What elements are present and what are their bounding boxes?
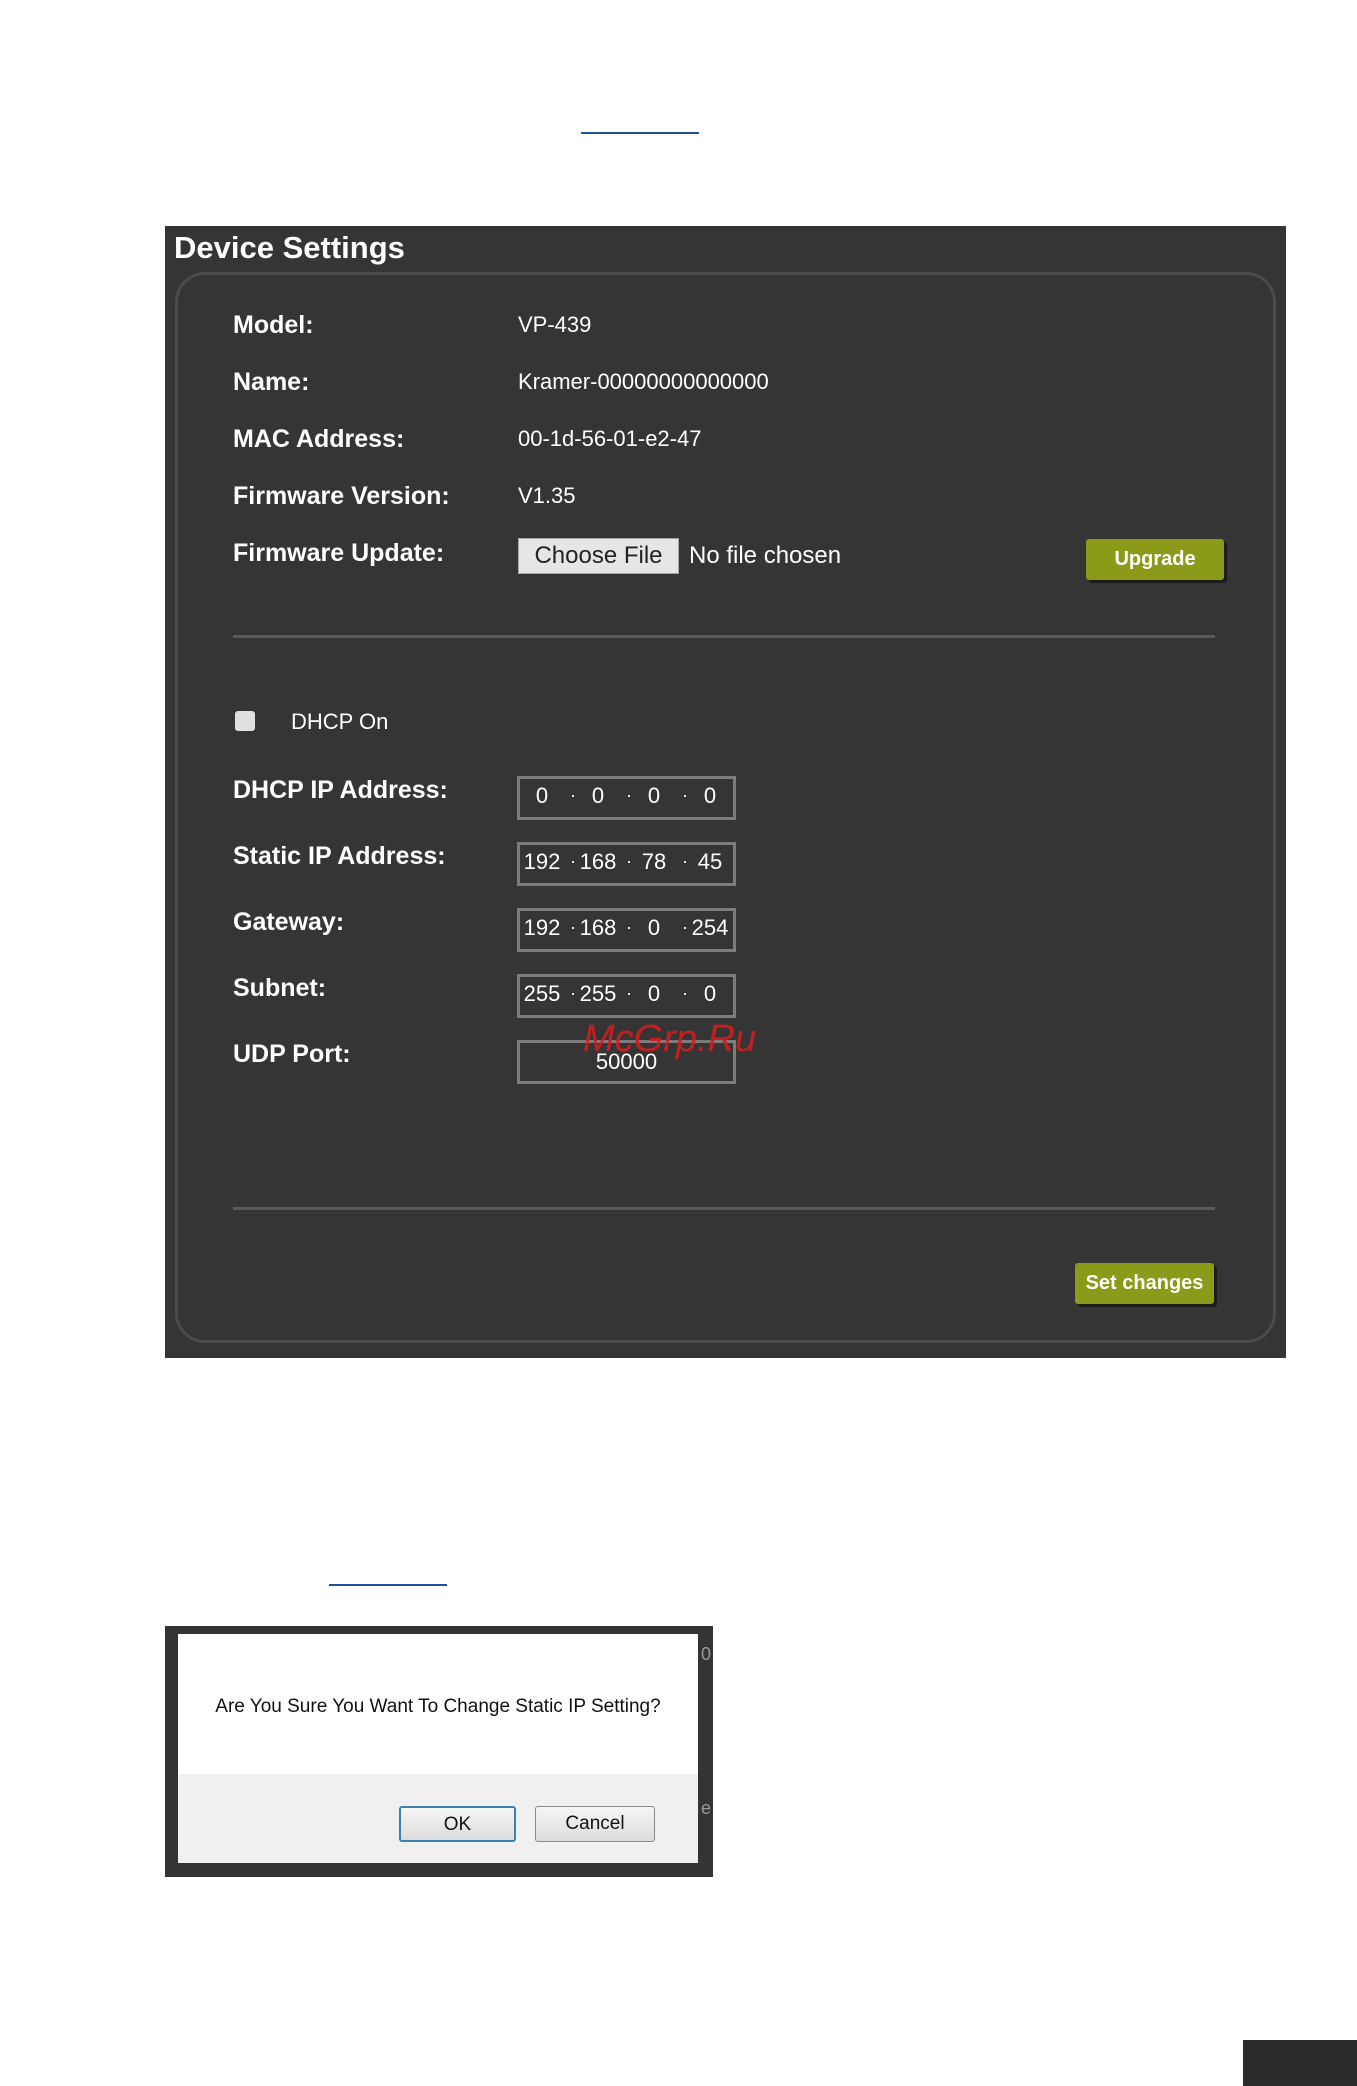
cancel-button[interactable]: Cancel bbox=[535, 1806, 655, 1842]
dhcp-ip-label: DHCP IP Address: bbox=[233, 776, 448, 804]
dhcp-ip-octet-2[interactable]: 0 bbox=[577, 783, 619, 809]
subnet-octet-1[interactable]: 255 bbox=[521, 981, 563, 1007]
dot-separator: · bbox=[682, 917, 688, 937]
mac-address-value: 00-1d-56-01-e2-47 bbox=[518, 426, 702, 451]
confirm-dialog-frame: Are You Sure You Want To Change Static I… bbox=[165, 1626, 713, 1877]
confirm-dialog: Are You Sure You Want To Change Static I… bbox=[178, 1634, 698, 1863]
dot-separator: · bbox=[570, 785, 576, 805]
dot-separator: · bbox=[626, 917, 632, 937]
background-char: e bbox=[701, 1798, 712, 1818]
gateway-octet-1[interactable]: 192 bbox=[521, 915, 563, 941]
static-ip-octet-3[interactable]: 78 bbox=[633, 849, 675, 875]
divider-top bbox=[233, 635, 1215, 638]
link-underline-top[interactable] bbox=[581, 132, 699, 134]
firmware-version-value: V1.35 bbox=[518, 483, 576, 508]
link-underline-bottom[interactable] bbox=[329, 1584, 447, 1586]
upgrade-button[interactable]: Upgrade bbox=[1086, 539, 1224, 580]
watermark: McGrp.Ru bbox=[583, 1018, 757, 1060]
choose-file-button[interactable]: Choose File bbox=[518, 538, 679, 574]
model-label: Model: bbox=[233, 311, 314, 339]
subnet-octet-2[interactable]: 255 bbox=[577, 981, 619, 1007]
ok-button[interactable]: OK bbox=[399, 1806, 516, 1842]
dhcp-ip-field[interactable]: 0 · 0 · 0 · 0 bbox=[517, 776, 736, 820]
dhcp-ip-octet-4[interactable]: 0 bbox=[689, 783, 731, 809]
dhcp-on-label: DHCP On bbox=[291, 709, 389, 734]
dhcp-on-checkbox[interactable] bbox=[235, 711, 255, 731]
name-label: Name: bbox=[233, 368, 310, 396]
gateway-octet-3[interactable]: 0 bbox=[633, 915, 675, 941]
gateway-label: Gateway: bbox=[233, 908, 345, 936]
dot-separator: · bbox=[626, 983, 632, 1003]
firmware-version-label: Firmware Version: bbox=[233, 482, 450, 510]
dhcp-ip-octet-1[interactable]: 0 bbox=[521, 783, 563, 809]
dialog-message-area: Are You Sure You Want To Change Static I… bbox=[178, 1634, 698, 1774]
no-file-chosen-text: No file chosen bbox=[689, 542, 842, 569]
page-corner-block bbox=[1243, 2040, 1357, 2086]
gateway-field[interactable]: 192 · 168 · 0 · 254 bbox=[517, 908, 736, 952]
static-ip-label: Static IP Address: bbox=[233, 842, 446, 870]
dot-separator: · bbox=[626, 785, 632, 805]
gateway-octet-4[interactable]: 254 bbox=[689, 915, 731, 941]
model-value: VP-439 bbox=[518, 312, 592, 337]
static-ip-field[interactable]: 192 · 168 · 78 · 45 bbox=[517, 842, 736, 886]
subnet-octet-4[interactable]: 0 bbox=[689, 981, 731, 1007]
name-value: Kramer-00000000000000 bbox=[518, 369, 769, 394]
dot-separator: · bbox=[570, 917, 576, 937]
dot-separator: · bbox=[570, 983, 576, 1003]
static-ip-octet-2[interactable]: 168 bbox=[577, 849, 619, 875]
dot-separator: · bbox=[570, 851, 576, 871]
dot-separator: · bbox=[626, 851, 632, 871]
divider-bottom bbox=[233, 1207, 1215, 1210]
set-changes-button[interactable]: Set changes bbox=[1075, 1263, 1214, 1304]
device-settings-panel: Device Settings Model: VP-439 Name: Kram… bbox=[165, 226, 1286, 1358]
subnet-field[interactable]: 255 · 255 · 0 · 0 bbox=[517, 974, 736, 1018]
gateway-octet-2[interactable]: 168 bbox=[577, 915, 619, 941]
static-ip-octet-4[interactable]: 45 bbox=[689, 849, 731, 875]
firmware-update-label: Firmware Update: bbox=[233, 539, 445, 567]
dhcp-ip-octet-3[interactable]: 0 bbox=[633, 783, 675, 809]
panel-title: Device Settings bbox=[174, 230, 405, 265]
background-char: 0 bbox=[701, 1644, 712, 1664]
dot-separator: · bbox=[682, 851, 688, 871]
subnet-label: Subnet: bbox=[233, 974, 327, 1002]
mac-address-label: MAC Address: bbox=[233, 425, 405, 453]
subnet-octet-3[interactable]: 0 bbox=[633, 981, 675, 1007]
dot-separator: · bbox=[682, 785, 688, 805]
dialog-message: Are You Sure You Want To Change Static I… bbox=[215, 1696, 661, 1717]
udp-port-label: UDP Port: bbox=[233, 1040, 351, 1068]
dot-separator: · bbox=[682, 983, 688, 1003]
static-ip-octet-1[interactable]: 192 bbox=[521, 849, 563, 875]
